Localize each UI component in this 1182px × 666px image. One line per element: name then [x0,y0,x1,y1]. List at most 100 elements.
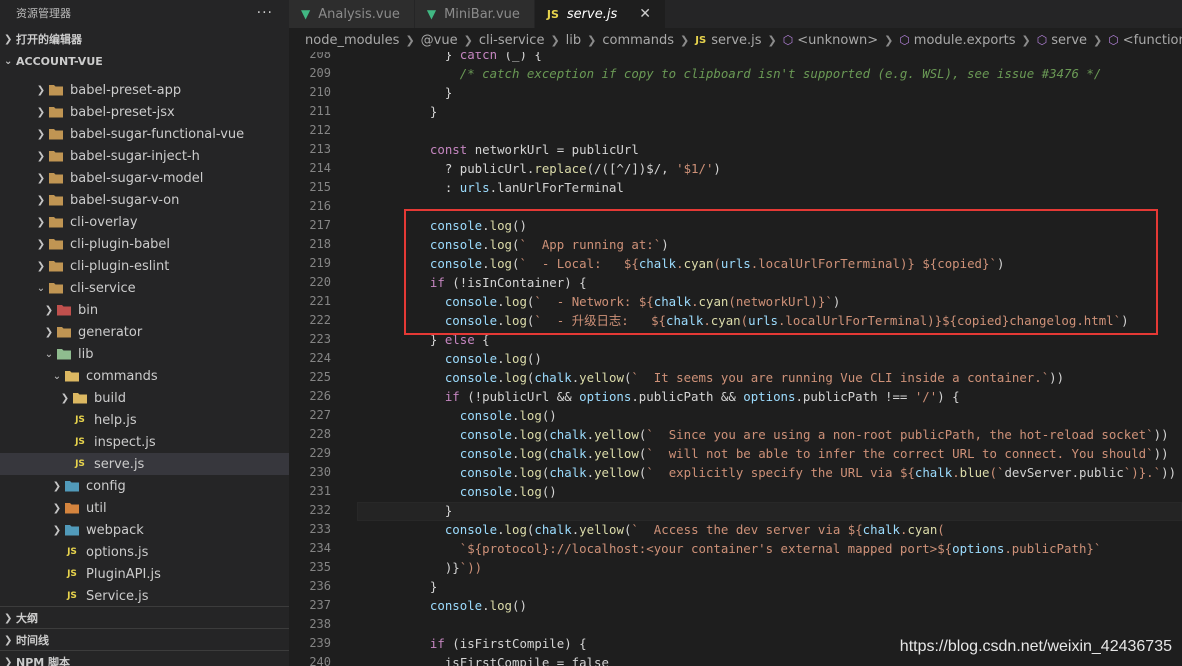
folder-item[interactable]: ❯ util [0,497,289,519]
code-line: 234 `${protocol}://localhost:<your conta… [289,539,1182,558]
file-item[interactable]: JS Service.js [0,585,289,607]
line-number: 238 [309,617,331,631]
tab-minibar-vue[interactable]: ▼ MiniBar.vue [414,0,535,28]
chevron-down-icon: ⌄ [44,348,54,360]
open-editors-section[interactable]: ❯ 打开的编辑器 [0,26,289,52]
folder-item[interactable]: ⌄ lib [0,343,289,365]
folder-icon [48,193,64,207]
tree-item-label: config [86,478,126,494]
folder-icon [48,259,64,273]
code-line: 232 } [289,501,1182,520]
line-number: 224 [309,351,331,365]
chevron-right-icon: ❯ [36,84,46,96]
folder-item[interactable]: ❯ babel-preset-app [0,79,289,101]
code-line: 214 ? publicUrl.replace(/([^/])$/, '$1/'… [289,159,1182,178]
root-folder-section[interactable]: ⌄ ACCOUNT-VUE [0,52,289,70]
breadcrumb-item[interactable]: serve [1051,33,1087,48]
breadcrumb-item[interactable]: module.exports [914,33,1016,48]
folder-item[interactable]: ❯ cli-plugin-eslint [0,255,289,277]
chevron-right-icon: ❯ [36,238,46,250]
folder-item[interactable]: ⌄ cli-service [0,277,289,299]
folder-item[interactable]: ❯ babel-sugar-v-on [0,189,289,211]
tab-analysis-vue[interactable]: ▼ Analysis.vue [289,0,415,28]
outline-section[interactable]: ❯ 大纲 [0,606,289,629]
file-item[interactable]: JS PluginAPI.js [0,563,289,585]
close-icon[interactable]: ✕ [639,6,651,22]
line-number: 221 [309,294,331,308]
js-file-icon: JS [75,415,85,425]
tree-item-label: inspect.js [94,434,156,450]
line-number: 215 [309,180,331,194]
code-line: 225 console.log(chalk.yellow(` It seems … [289,368,1182,387]
breadcrumb-item[interactable]: serve.js [711,33,761,48]
chevron-right-icon: ❯ [767,33,777,47]
tree-item-label: babel-preset-app [70,82,182,98]
code-line: 209 /* catch exception if copy to clipbo… [289,64,1182,83]
vue-file-icon: ▼ [301,7,311,21]
line-number: 233 [309,522,331,536]
chevron-right-icon: ❯ [680,33,690,47]
js-file-icon: JS [67,569,77,579]
folder-item[interactable]: ❯ webpack [0,519,289,541]
breadcrumb-item[interactable]: lib [566,33,581,48]
folder-icon [64,369,80,383]
chevron-right-icon: ❯ [36,106,46,118]
tree-item-label: bin [78,302,99,318]
code-editor[interactable]: 208 } catch (_) {209 /* catch exception … [289,52,1182,666]
tree-item-label: Service.js [86,588,149,604]
tab-serve-js[interactable]: JS serve.js ✕ [534,0,666,28]
chevron-right-icon: ❯ [36,260,46,272]
line-number: 218 [309,237,331,251]
code-text: console.log(chalk.yellow(` will not be a… [459,446,1169,461]
chevron-right-icon: ❯ [44,304,54,316]
chevron-right-icon: ❯ [550,33,560,47]
code-text: if (!publicUrl && options.publicPath && … [444,389,960,404]
symbol-icon: ⬡ [1036,33,1048,47]
root-folder-label: ACCOUNT-VUE [16,54,103,68]
folder-item[interactable]: ❯ config [0,475,289,497]
breadcrumb-item[interactable]: <function> [1123,33,1182,48]
file-item[interactable]: JS options.js [0,541,289,563]
folder-item[interactable]: ❯ build [0,387,289,409]
folder-item[interactable]: ❯ babel-sugar-functional-vue [0,123,289,145]
folder-icon [48,237,64,251]
chevron-right-icon: ❯ [587,33,597,47]
folder-icon [48,83,64,97]
code-line: 215 : urls.lanUrlForTerminal [289,178,1182,197]
breadcrumb-item[interactable]: commands [602,33,674,48]
folder-item[interactable]: ❯ cli-plugin-babel [0,233,289,255]
js-file-icon: JS [75,437,85,447]
js-file-icon: JS [67,547,77,557]
line-number: 213 [309,142,331,156]
js-file-icon: JS [75,459,85,469]
file-item[interactable]: JS serve.js [0,453,289,475]
npm-scripts-section[interactable]: ❯ NPM 脚本 [0,650,289,666]
code-text: if (isFirstCompile) { [429,636,587,651]
file-item[interactable]: JS help.js [0,409,289,431]
open-editors-label: 打开的编辑器 [16,33,82,46]
line-number: 208 [309,52,331,61]
code-line: 212 [289,121,1182,140]
breadcrumb-item[interactable]: <unknown> [797,33,878,48]
breadcrumb-item[interactable]: node_modules [305,33,399,48]
folder-item[interactable]: ⌄ commands [0,365,289,387]
line-number: 217 [309,218,331,232]
folder-item[interactable]: ❯ babel-sugar-v-model [0,167,289,189]
breadcrumb-item[interactable]: cli-service [479,33,545,48]
file-item[interactable]: JS inspect.js [0,431,289,453]
tab-label: MiniBar.vue [444,6,520,22]
folder-item[interactable]: ❯ cli-overlay [0,211,289,233]
more-actions-icon[interactable]: ··· [257,5,273,21]
code-text: isFirstCompile = false [415,655,609,666]
tree-item-label: options.js [86,544,149,560]
folder-item[interactable]: ❯ bin [0,299,289,321]
breadcrumb-item[interactable]: @vue [421,33,458,48]
tree-item-label: babel-sugar-v-model [70,170,204,186]
tree-item-label: cli-plugin-babel [70,236,171,252]
line-number: 229 [309,446,331,460]
line-number: 212 [309,123,331,137]
timeline-section[interactable]: ❯ 时间线 [0,628,289,651]
folder-item[interactable]: ❯ generator [0,321,289,343]
folder-item[interactable]: ❯ babel-sugar-inject-h [0,145,289,167]
folder-item[interactable]: ❯ babel-preset-jsx [0,101,289,123]
